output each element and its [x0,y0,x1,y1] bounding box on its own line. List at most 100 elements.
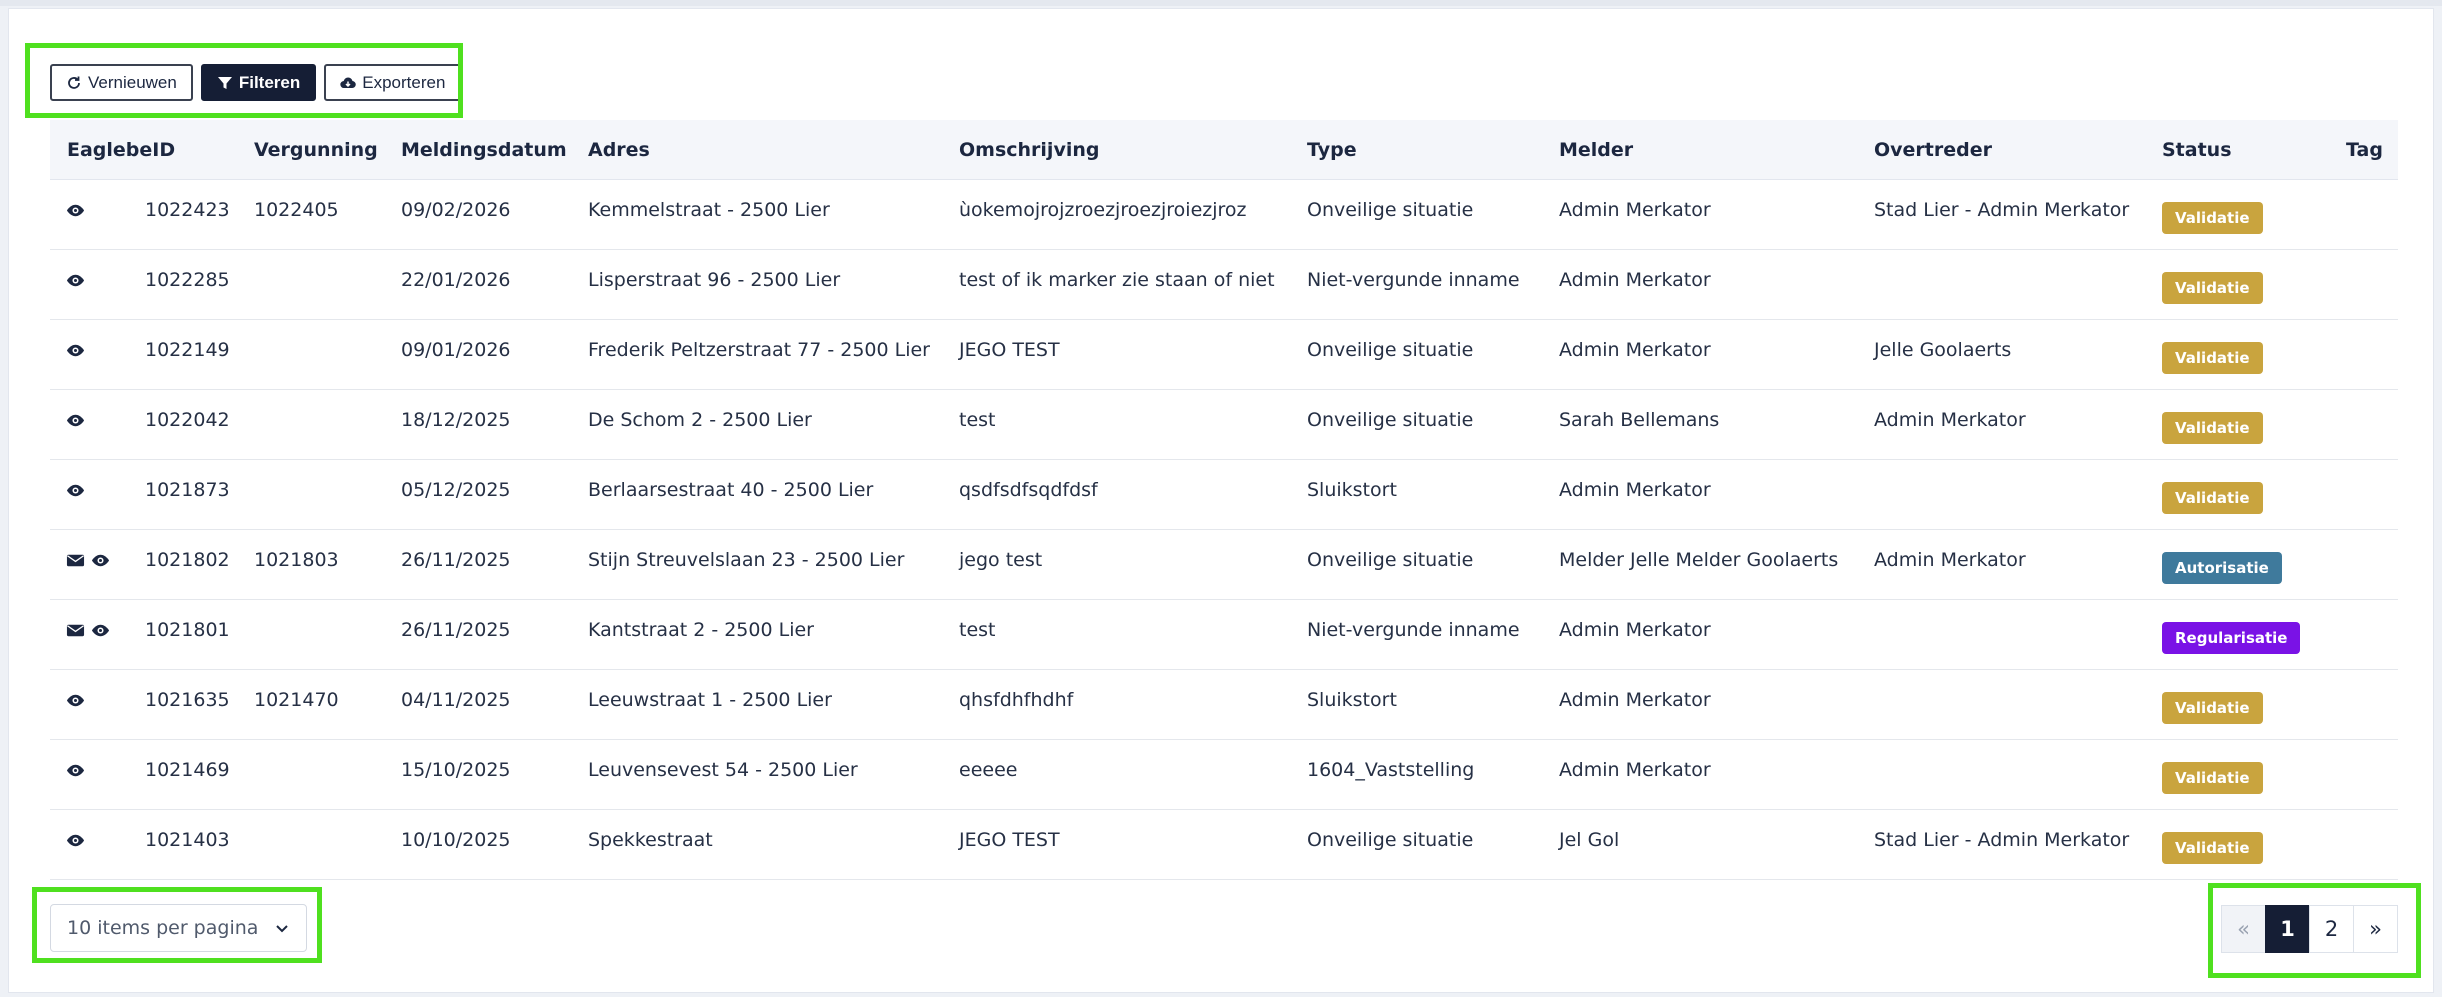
cell-adres: Spekkestraat [588,829,713,851]
cell-type: Niet-vergunde inname [1307,269,1520,291]
cell-adres: Frederik Peltzerstraat 77 - 2500 Lier [588,339,930,361]
cell-melder: Jel Gol [1559,829,1620,851]
table-row[interactable]: 1022149 09/01/2026 Frederik Peltzerstraat … [50,320,2398,390]
col-status[interactable]: Status [2162,139,2232,161]
eye-icon[interactable] [66,691,85,710]
cell-melder: Sarah Bellemans [1559,409,1720,431]
col-meldingsdatum[interactable]: Meldingsdatum [401,139,567,161]
top-border [0,0,2442,6]
status-badge: Validatie [2162,272,2263,304]
cell-datum: 05/12/2025 [401,479,511,501]
table-row[interactable]: 1022042 18/12/2025 De Schom 2 - 2500 Lier t… [50,390,2398,460]
cell-id: 1021635 [145,689,230,711]
eye-icon[interactable] [66,271,85,290]
envelope-icon[interactable] [66,621,85,640]
eye-icon[interactable] [66,481,85,500]
cell-melder: Admin Merkator [1559,269,1711,291]
cell-datum: 09/01/2026 [401,339,511,361]
status-badge: Validatie [2162,482,2263,514]
status-badge: Validatie [2162,832,2263,864]
row-actions [66,810,85,870]
table-row[interactable]: 1021403 10/10/2025 Spekkestraat JEGO TEST On… [50,810,2398,880]
cell-type: Onveilige situatie [1307,829,1474,851]
cell-type: Niet-vergunde inname [1307,619,1520,641]
table-row[interactable]: 1022285 22/01/2026 Lisperstraat 96 - 2500 … [50,250,2398,320]
cell-status: Validatie [2162,748,2263,808]
eye-icon[interactable] [66,411,85,430]
highlight-per-page [32,887,322,963]
col-melder[interactable]: Melder [1559,139,1633,161]
cell-omschrijving: eeeee [959,759,1018,781]
cell-id: 1022149 [145,339,230,361]
reports-table: EaglebeID Vergunning Meldingsdatum Adres… [50,120,2398,880]
table-row[interactable]: 1021635 1021470 04/11/2025 Leeuwstraat 1 - … [50,670,2398,740]
eye-icon[interactable] [66,341,85,360]
col-type[interactable]: Type [1307,139,1357,161]
cell-adres: De Schom 2 - 2500 Lier [588,409,812,431]
status-badge: Validatie [2162,342,2263,374]
cell-melder: Admin Merkator [1559,199,1711,221]
cell-id: 1021403 [145,829,230,851]
col-vergunning[interactable]: Vergunning [254,139,378,161]
cell-melder: Admin Merkator [1559,619,1711,641]
status-badge: Regularisatie [2162,622,2301,654]
cell-datum: 09/02/2026 [401,199,511,221]
cell-id: 1021469 [145,759,230,781]
cell-id: 1021801 [145,619,230,641]
cell-omschrijving: ùokemojrojzroezjroezjroiezjroz [959,199,1247,221]
row-actions [66,740,85,800]
row-actions [66,530,110,590]
row-actions [66,460,85,520]
cell-id: 1021873 [145,479,230,501]
status-badge: Validatie [2162,762,2263,794]
col-tag[interactable]: Tag [2346,139,2383,161]
eye-icon[interactable] [91,621,110,640]
cell-status: Validatie [2162,398,2263,458]
cell-adres: Berlaarsestraat 40 - 2500 Lier [588,479,874,501]
cell-id: 1021802 [145,549,230,571]
cell-melder: Melder Jelle Melder Goolaerts [1559,549,1839,571]
cell-datum: 04/11/2025 [401,689,511,711]
cell-melder: Admin Merkator [1559,339,1711,361]
status-badge: Autorisatie [2162,552,2282,584]
cell-adres: Lisperstraat 96 - 2500 Lier [588,269,841,291]
cell-status: Validatie [2162,328,2263,388]
eye-icon[interactable] [66,831,85,850]
cell-type: Sluikstort [1307,689,1397,711]
cell-overtreder: Stad Lier - Admin Merkator [1874,199,2130,221]
table-row[interactable]: 1021469 15/10/2025 Leuvensevest 54 - 2500 … [50,740,2398,810]
table-row[interactable]: 1021802 1021803 26/11/2025 Stijn Streuvelsl… [50,530,2398,600]
col-omschrijving[interactable]: Omschrijving [959,139,1099,161]
col-eaglebeid[interactable]: EaglebeID [67,139,175,161]
row-actions [66,670,85,730]
cell-type: Onveilige situatie [1307,409,1474,431]
cell-status: Validatie [2162,468,2263,528]
cell-adres: Leeuwstraat 1 - 2500 Lier [588,689,832,711]
eye-icon[interactable] [91,551,110,570]
envelope-icon[interactable] [66,551,85,570]
table-row[interactable]: 1021801 26/11/2025 Kantstraat 2 - 2500 Lie… [50,600,2398,670]
cell-datum: 26/11/2025 [401,619,511,641]
cell-overtreder: Admin Merkator [1874,409,2026,431]
cell-omschrijving: test of ik marker zie staan of niet [959,269,1275,291]
status-badge: Validatie [2162,202,2263,234]
cell-overtreder: Admin Merkator [1874,549,2026,571]
eye-icon[interactable] [66,201,85,220]
cell-status: Validatie [2162,258,2263,318]
cell-type: Sluikstort [1307,479,1397,501]
cell-omschrijving: JEGO TEST [959,339,1060,361]
highlight-pagination [2208,883,2421,978]
cell-overtreder: Stad Lier - Admin Merkator [1874,829,2130,851]
table-row[interactable]: 1022423 1022405 09/02/2026 Kemmelstraat - 2… [50,180,2398,250]
cell-id: 1022285 [145,269,230,291]
cell-status: Regularisatie [2162,608,2301,668]
table-row[interactable]: 1021873 05/12/2025 Berlaarsestraat 40 - 25… [50,460,2398,530]
cell-datum: 26/11/2025 [401,549,511,571]
cell-datum: 18/12/2025 [401,409,511,431]
col-adres[interactable]: Adres [588,139,650,161]
col-overtreder[interactable]: Overtreder [1874,139,1992,161]
row-actions [66,390,85,450]
table-header: EaglebeID Vergunning Meldingsdatum Adres… [50,120,2398,180]
eye-icon[interactable] [66,761,85,780]
cell-type: Onveilige situatie [1307,199,1474,221]
